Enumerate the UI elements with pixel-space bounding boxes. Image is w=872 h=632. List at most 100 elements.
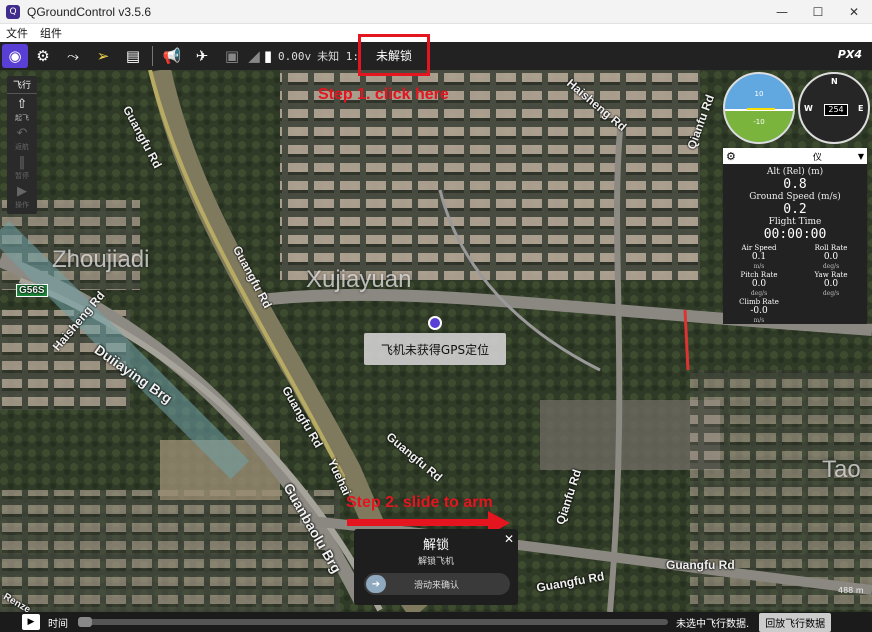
cell-unit: deg/s: [822, 263, 840, 270]
cell-value: 0.1: [751, 252, 767, 262]
aircraft-symbol: [747, 108, 775, 112]
window-title: QGroundControl v3.5.6: [27, 4, 152, 19]
vehicle-marker[interactable]: [428, 316, 442, 330]
flight-time-label: Flight Time: [768, 217, 822, 227]
px4-logo: PX4: [837, 48, 862, 61]
rtl-button[interactable]: ↶ 返航: [15, 127, 29, 152]
alt-label: Alt (Rel) (m): [766, 167, 824, 177]
ground-speed-value: 0.2: [783, 202, 807, 217]
menu-widgets[interactable]: 组件: [34, 25, 68, 41]
telemetry-panel: ⚙ 仪 ▼ Alt (Rel) (m) 0.8 Ground Speed (m/…: [723, 148, 867, 324]
close-button[interactable]: ✕: [836, 0, 872, 24]
telemetry-selector[interactable]: 仪: [813, 150, 822, 163]
ground-speed-label: Ground Speed (m/s): [749, 192, 841, 202]
cell-unit: deg/s: [750, 290, 768, 297]
minimize-button[interactable]: —: [764, 0, 800, 24]
arm-dialog: ✕ 解锁 解锁飞机 ➔ 滑动来确认: [354, 529, 518, 605]
flight-time-value: 00:00:00: [763, 227, 827, 242]
playback-bar: ▶ 时间 未选中飞行数据. 回放飞行数据: [0, 612, 872, 632]
pause-icon: ‖: [18, 155, 26, 170]
pause-label: 暂停: [15, 172, 29, 180]
map-scale: 488 m: [838, 586, 864, 595]
cell-value: -0.0: [750, 306, 768, 316]
cell-unit: m/s: [753, 317, 765, 324]
takeoff-button[interactable]: ⇧ 起飞: [15, 98, 29, 123]
heading-readout: 254: [824, 104, 848, 116]
app-icon: Q: [6, 4, 20, 19]
gear-icon[interactable]: ⚙: [726, 150, 736, 163]
telemetry-cell: Air Speed 0.1 m/s: [723, 244, 795, 271]
window-controls: — ☐ ✕: [764, 0, 872, 24]
window-titlebar: Q QGroundControl v3.5.6 — ☐ ✕: [0, 0, 872, 24]
arrow-shaft: [347, 519, 492, 526]
telemetry-cell: Pitch Rate 0.0 deg/s: [723, 271, 795, 298]
road-label: Guangfu Rd: [666, 558, 735, 572]
arm-status-button[interactable]: 未解锁: [358, 34, 430, 76]
rc-rssi-icon[interactable]: ▣: [217, 42, 247, 70]
area-label: Zhoujiadi: [52, 246, 150, 273]
rtl-label: 返航: [15, 143, 29, 151]
slider-handle-icon[interactable]: ➔: [366, 575, 386, 593]
pitch-label-down: -10: [753, 118, 765, 126]
telemetry-header[interactable]: ⚙ 仪 ▼: [723, 148, 867, 164]
signal-icon[interactable]: ◢: [247, 42, 261, 70]
main-toolbar: ◉ ⚙ ⤳ ➢ ▤ 📢 ✈ ▣ ◢ ▮ 0.00v 未知 1:: [0, 42, 872, 70]
cell-value: 0.0: [823, 252, 839, 262]
messages-icon[interactable]: 📢: [157, 42, 187, 70]
compass-west: W: [804, 104, 813, 113]
slider-text: 滑动来确认: [414, 580, 460, 591]
battery-icon[interactable]: ▮: [261, 42, 275, 70]
battery-voltage: 0.00v: [278, 49, 312, 63]
cell-value: 0.0: [751, 279, 767, 289]
cell-unit: deg/s: [822, 290, 840, 297]
takeoff-label: 起飞: [15, 114, 29, 122]
time-label: 时间: [48, 618, 68, 630]
telemetry-grid: Air Speed 0.1 m/s Roll Rate 0.0 deg/s Pi…: [723, 244, 867, 325]
fly-view-icon[interactable]: ➢: [88, 42, 118, 70]
action-icon: ▶: [17, 184, 27, 199]
plan-view-icon[interactable]: ⤳: [58, 42, 88, 70]
timeline-thumb[interactable]: [78, 617, 92, 627]
arm-slider[interactable]: ➔ 滑动来确认: [364, 573, 510, 595]
chevron-down-icon[interactable]: ▼: [858, 152, 864, 161]
action-button[interactable]: ▶ 操作: [15, 185, 29, 210]
attitude-indicator: 10 -10: [723, 72, 795, 144]
arm-dialog-subtitle: 解锁飞机: [417, 557, 454, 567]
annotation-step1: Step 1. click here: [318, 86, 449, 103]
close-icon[interactable]: ✕: [504, 532, 514, 546]
no-flight-data-text: 未选中飞行数据.: [676, 618, 750, 630]
toolbar-separator: [152, 46, 153, 66]
annotation-step2: Step 2. slide to arm: [346, 494, 493, 511]
fly-panel-title: 飞行: [7, 76, 37, 94]
cell-value: 0.0: [823, 279, 839, 289]
vehicle-setup-icon[interactable]: ⚙: [28, 42, 58, 70]
play-button[interactable]: ▶: [22, 614, 40, 630]
alt-value: 0.8: [783, 177, 807, 192]
analyze-icon[interactable]: ▤: [118, 42, 148, 70]
maximize-button[interactable]: ☐: [800, 0, 836, 24]
compass-east: E: [858, 104, 864, 113]
gps-status-icon[interactable]: ✈: [187, 42, 217, 70]
menu-file[interactable]: 文件: [0, 25, 34, 41]
compass: N W E 254: [798, 72, 870, 144]
telemetry-cell: Climb Rate -0.0 m/s: [723, 298, 795, 325]
attitude-ground: [725, 110, 793, 142]
cell-unit: m/s: [753, 263, 765, 270]
fly-tools-panel: 飞行 ⇧ 起飞 ↶ 返航 ‖ 暂停 ▶ 操作: [7, 76, 37, 214]
area-label: Tao: [822, 456, 861, 483]
pitch-label-up: 10: [754, 90, 764, 98]
instrument-panel: 10 -10 N W E 254: [723, 72, 870, 148]
action-label: 操作: [15, 201, 29, 209]
qgc-logo-icon[interactable]: ◉: [2, 44, 28, 68]
menu-bar: 文件 组件: [0, 24, 872, 42]
gps-notice: 飞机未获得GPS定位: [364, 333, 506, 365]
pause-button[interactable]: ‖ 暂停: [15, 156, 29, 181]
rtl-icon: ↶: [16, 126, 28, 141]
area-label: Xujiayuan: [306, 266, 412, 293]
compass-north: N: [831, 77, 838, 86]
playback-timeline[interactable]: [78, 617, 668, 627]
takeoff-icon: ⇧: [16, 97, 28, 112]
play-log-button[interactable]: 回放飞行数据: [759, 612, 832, 632]
arm-dialog-title: 解锁: [422, 538, 449, 553]
telemetry-cell: Roll Rate 0.0 deg/s: [795, 244, 867, 271]
